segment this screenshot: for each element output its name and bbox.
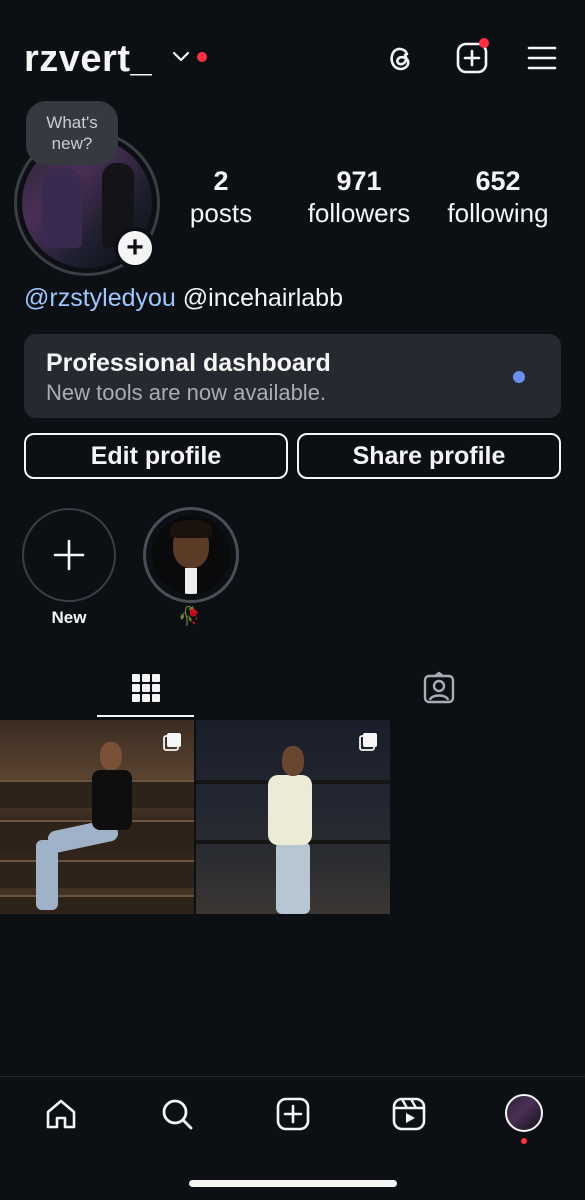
highlight-cover[interactable]	[152, 516, 230, 594]
stat-posts[interactable]: 2 posts	[170, 165, 272, 229]
stat-label: following	[447, 198, 549, 228]
edit-profile-button[interactable]: Edit profile	[24, 433, 288, 479]
chevron-down-icon[interactable]	[172, 50, 190, 64]
threads-icon[interactable]	[380, 38, 420, 78]
reels-icon[interactable]	[387, 1092, 431, 1136]
post-thumbnail[interactable]	[196, 720, 390, 914]
notification-dot	[521, 1138, 527, 1144]
active-tab-indicator	[97, 715, 194, 717]
new-highlight-button[interactable]	[22, 508, 116, 602]
plus-icon	[53, 539, 85, 571]
tagged-icon	[423, 671, 455, 703]
menu-icon[interactable]	[522, 38, 562, 78]
create-icon[interactable]	[271, 1092, 315, 1136]
stat-value: 971	[336, 166, 382, 196]
home-icon[interactable]	[39, 1092, 83, 1136]
highlight-label: New	[51, 608, 87, 627]
carousel-icon	[163, 733, 181, 751]
notification-dot	[479, 38, 489, 48]
plus-icon: +	[118, 231, 152, 265]
home-indicator	[189, 1180, 397, 1187]
search-icon[interactable]	[155, 1092, 199, 1136]
stat-value: 2	[213, 166, 229, 196]
stat-value: 652	[475, 166, 521, 196]
whats-new-bubble[interactable]: What's new?	[26, 101, 118, 165]
carousel-icon	[359, 733, 377, 751]
bottom-nav-divider	[0, 1076, 585, 1077]
bubble-line-1: What's	[46, 113, 98, 132]
post-thumbnail[interactable]	[0, 720, 194, 914]
grid-icon	[132, 673, 160, 702]
stat-following[interactable]: 652 following	[433, 165, 563, 229]
stat-label: followers	[307, 198, 411, 228]
dashboard-subtitle: New tools are now available.	[46, 380, 327, 405]
bubble-line-2: new?	[51, 134, 93, 153]
profile-username[interactable]: rzvert_	[24, 38, 152, 81]
stat-label: posts	[189, 198, 253, 228]
tab-tagged[interactable]	[293, 660, 585, 715]
dashboard-unread-dot	[513, 371, 525, 383]
highlight-label: 🥀	[178, 606, 201, 626]
add-story-button[interactable]: +	[114, 227, 156, 269]
tab-posts-grid[interactable]	[0, 660, 292, 715]
professional-dashboard[interactable]: Professional dashboard New tools are now…	[24, 334, 561, 418]
profile-avatar[interactable]	[505, 1094, 543, 1132]
account-notification-dot	[197, 52, 207, 62]
bio-mention[interactable]: @incehairlabb	[183, 284, 343, 312]
stat-followers[interactable]: 971 followers	[293, 165, 425, 229]
bio-mention-link[interactable]: @rzstyledyou	[24, 284, 176, 312]
bio: @rzstyledyou @incehairlabb	[24, 284, 343, 313]
dashboard-title: Professional dashboard	[46, 349, 331, 377]
share-profile-button[interactable]: Share profile	[297, 433, 561, 479]
